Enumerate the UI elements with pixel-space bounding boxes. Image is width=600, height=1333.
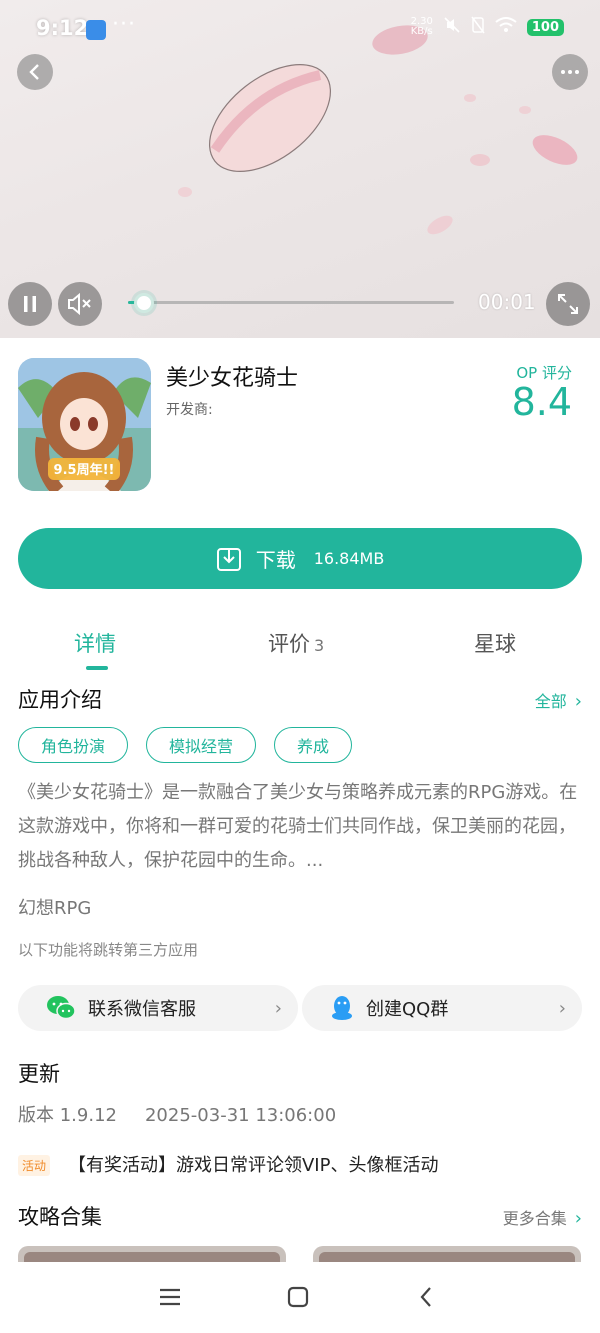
more-dots-icon bbox=[561, 70, 579, 74]
recent-apps-button[interactable] bbox=[155, 1282, 185, 1312]
expand-icon bbox=[558, 294, 578, 314]
mute-button[interactable] bbox=[58, 282, 102, 326]
chevron-left-icon bbox=[420, 1287, 431, 1307]
square-icon bbox=[287, 1286, 309, 1308]
chevron-right-icon: › bbox=[558, 997, 566, 1019]
tag-chip[interactable]: 角色扮演 bbox=[18, 727, 129, 763]
chevron-right-icon: › bbox=[574, 691, 582, 712]
genre-label: 幻想RPG bbox=[18, 898, 92, 919]
app-name: 美少女花骑士 bbox=[166, 366, 299, 391]
download-size: 16.84MB bbox=[313, 549, 385, 568]
version-number: 版本 1.9.12 bbox=[18, 1105, 117, 1126]
notification-app-icon bbox=[86, 20, 106, 40]
guides-more-link[interactable]: 更多合集 › bbox=[503, 1205, 582, 1229]
tag-list: 角色扮演 模拟经营 养成 bbox=[18, 727, 353, 763]
intro-title: 应用介绍 bbox=[18, 688, 102, 712]
speaker-muted-icon bbox=[68, 293, 91, 315]
active-tab-indicator bbox=[86, 666, 108, 670]
create-qq-group-button[interactable]: 创建QQ群 › bbox=[302, 985, 582, 1031]
system-back-button[interactable] bbox=[411, 1282, 441, 1312]
chevron-right-icon: › bbox=[274, 997, 282, 1019]
home-button[interactable] bbox=[283, 1282, 313, 1312]
no-sim-icon bbox=[471, 16, 485, 38]
intro-more-link[interactable]: 全部 › bbox=[535, 688, 582, 712]
wifi-icon bbox=[495, 17, 517, 37]
status-icons: 2.30 KB/s 100 bbox=[411, 16, 564, 38]
wechat-service-label: 联系微信客服 bbox=[88, 999, 196, 1020]
fullscreen-button[interactable] bbox=[546, 282, 590, 326]
pause-icon bbox=[24, 296, 36, 312]
chevron-left-icon bbox=[29, 64, 39, 80]
wechat-service-button[interactable]: 联系微信客服 › bbox=[18, 985, 298, 1031]
tab-details[interactable]: 详情 bbox=[74, 628, 116, 658]
more-options-button[interactable] bbox=[552, 54, 588, 90]
developer-label: 开发商: bbox=[166, 402, 213, 418]
status-time: 9:12 bbox=[36, 16, 89, 40]
tag-chip[interactable]: 模拟经营 bbox=[146, 727, 257, 763]
tab-planet-label: 星球 bbox=[474, 632, 516, 656]
mute-icon bbox=[443, 16, 461, 38]
tab-reviews-label: 评价 bbox=[268, 632, 310, 656]
network-speed: 2.30 KB/s bbox=[410, 16, 433, 37]
download-label: 下载 bbox=[255, 548, 296, 572]
update-date: 2025-03-31 13:06:00 bbox=[144, 1105, 337, 1126]
menu-icon bbox=[160, 1288, 180, 1306]
app-icon: 9.5周年!! bbox=[18, 358, 151, 491]
intro-more-label: 全部 bbox=[534, 692, 567, 711]
system-nav-bar bbox=[0, 1262, 600, 1333]
activity-link[interactable]: 【有奖活动】游戏日常评论领VIP、头像框活动 bbox=[68, 1151, 438, 1177]
back-button[interactable] bbox=[17, 54, 53, 90]
download-button[interactable]: 下载 16.84MB bbox=[18, 528, 582, 589]
progress-knob[interactable] bbox=[134, 293, 154, 313]
tag-chip[interactable]: 养成 bbox=[274, 727, 353, 763]
app-description[interactable]: 《美少女花骑士》是一款融合了美少女与策略养成元素的RPG游戏。在这款游戏中，你将… bbox=[18, 776, 584, 878]
third-party-note: 以下功能将跳转第三方应用 bbox=[18, 941, 199, 959]
create-qq-group-label: 创建QQ群 bbox=[366, 999, 449, 1020]
wechat-icon bbox=[47, 996, 76, 1020]
guides-more-label: 更多合集 bbox=[502, 1209, 567, 1228]
activity-badge: 活动 bbox=[18, 1155, 51, 1176]
tab-details-label: 详情 bbox=[74, 632, 116, 656]
version-info: 版本 1.9.12 2025-03-31 13:06:00 bbox=[18, 1101, 336, 1127]
score-value: 8.4 bbox=[511, 380, 572, 424]
guides-title: 攻略合集 bbox=[18, 1205, 102, 1229]
qq-icon bbox=[332, 996, 352, 1020]
app-icon-badge: 9.5周年!! bbox=[54, 462, 115, 478]
more-notifications-icon: ··· bbox=[112, 12, 136, 37]
elapsed-time: 00:01 bbox=[478, 290, 536, 314]
status-bar: 9:12 ··· 2.30 KB/s 100 bbox=[0, 0, 600, 58]
battery-indicator: 100 bbox=[526, 18, 564, 36]
update-title: 更新 bbox=[18, 1062, 60, 1086]
progress-track[interactable] bbox=[128, 301, 454, 304]
video-player[interactable]: 9:12 ··· 2.30 KB/s 100 00:01 bbox=[0, 0, 600, 338]
tab-reviews-count: 3 bbox=[314, 636, 325, 655]
tab-planet[interactable]: 星球 bbox=[474, 628, 516, 658]
chevron-right-icon: › bbox=[574, 1208, 582, 1229]
pause-button[interactable] bbox=[8, 282, 52, 326]
download-icon bbox=[216, 547, 241, 571]
tab-reviews[interactable]: 评价 3 bbox=[268, 628, 324, 658]
